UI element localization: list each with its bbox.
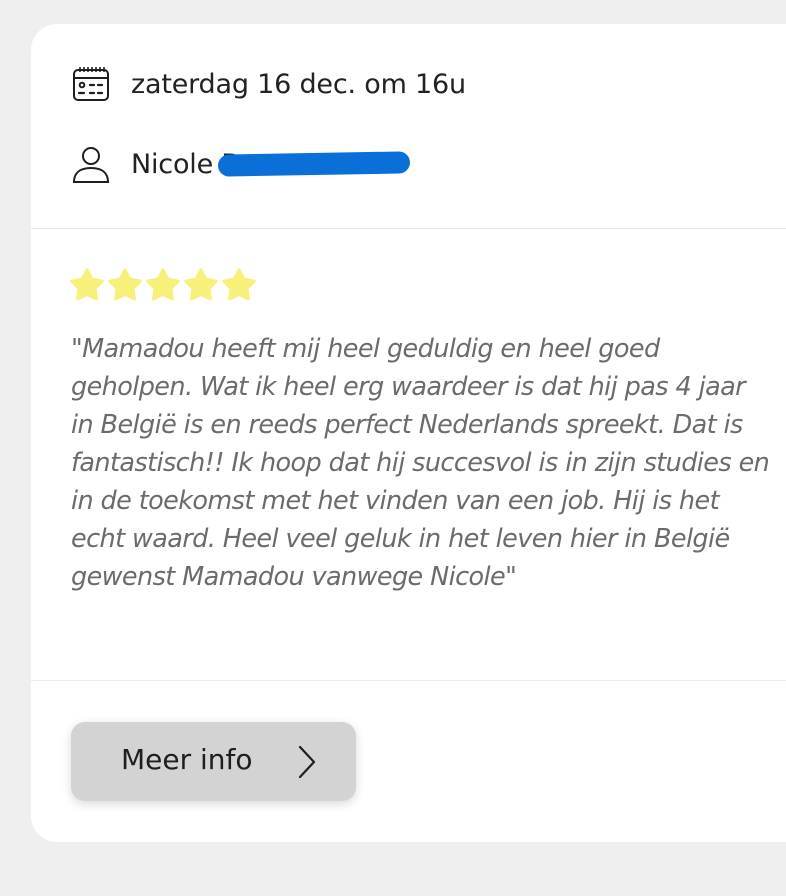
event-date: zaterdag 16 dec. om 16u [131, 68, 466, 100]
divider [31, 680, 786, 681]
redaction-mark [217, 151, 411, 177]
more-info-button[interactable]: Meer info [71, 722, 356, 801]
review-text: "Mamadou heeft mij heel geduldig en heel… [71, 334, 770, 592]
star-icon [146, 268, 180, 301]
star-icon [70, 268, 104, 301]
more-info-label: Meer info [121, 743, 253, 776]
chevron-right-icon [297, 745, 317, 779]
event-date-row: zaterdag 16 dec. om 16u [71, 64, 466, 104]
rating-stars [70, 268, 256, 302]
user-icon [71, 144, 111, 184]
calendar-icon [71, 64, 111, 104]
review-card: zaterdag 16 dec. om 16u Nicole D "Mamado… [31, 24, 786, 842]
star-icon [184, 268, 218, 301]
divider [31, 228, 786, 229]
event-person-row: Nicole D [71, 144, 242, 184]
star-icon [222, 268, 256, 301]
star-icon [108, 268, 142, 301]
